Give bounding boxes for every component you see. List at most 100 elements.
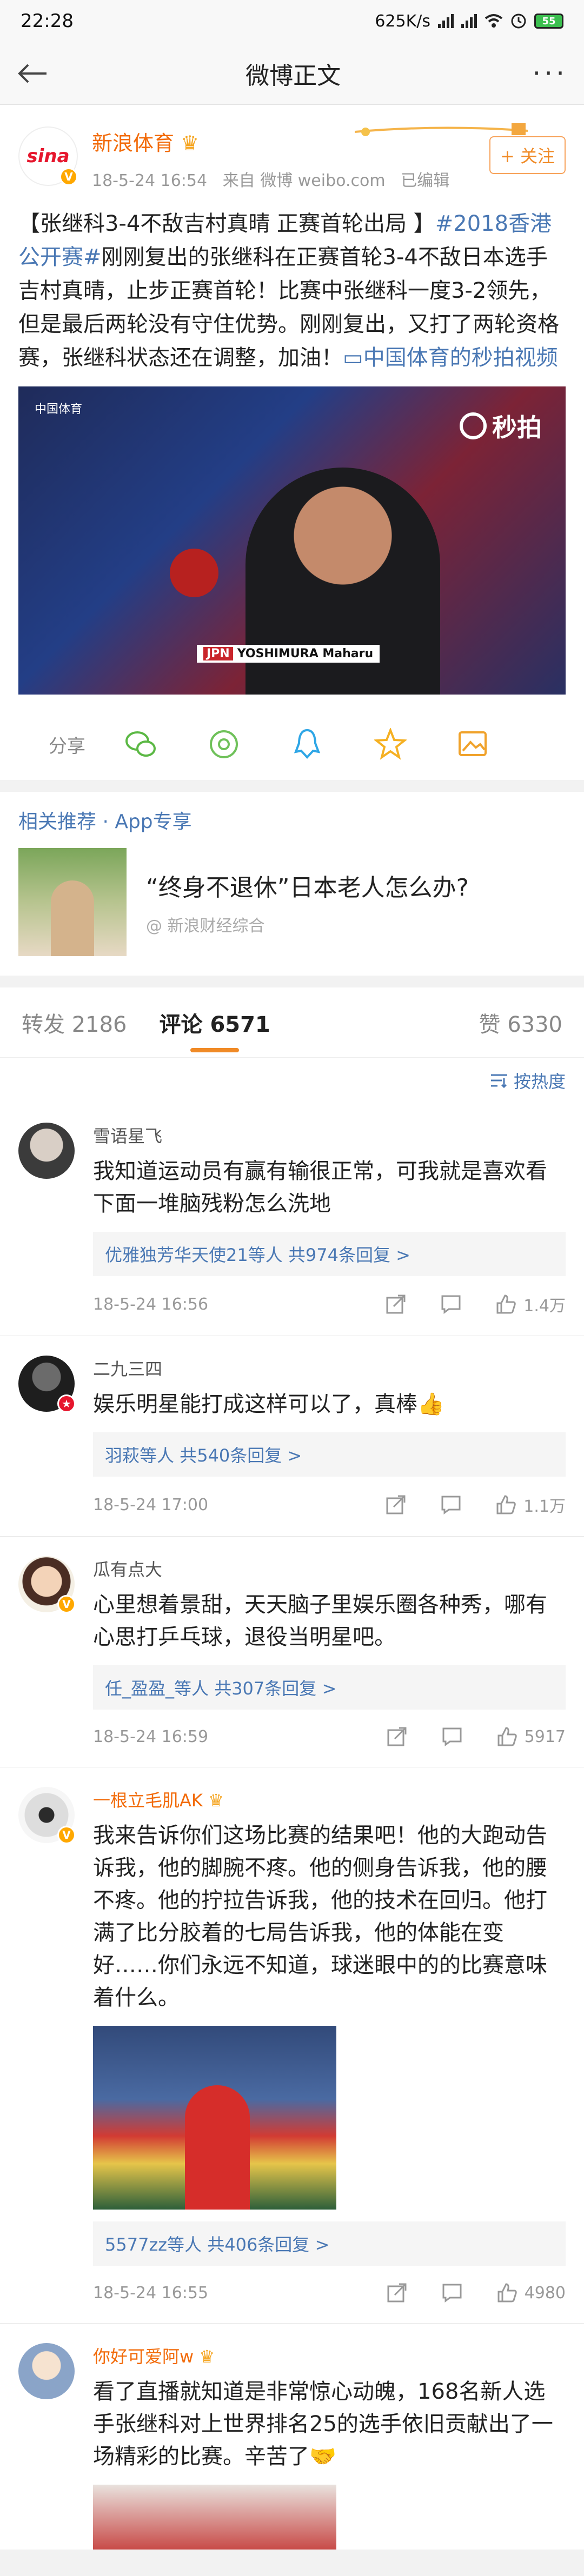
comment-text: 我来告诉你们这场比赛的结果吧！他的大跑动告诉我，他的脚腕不疼。他的侧身告诉我，他… (93, 1823, 547, 2010)
verified-badge-icon: V (57, 1595, 76, 1613)
tab-repost[interactable]: 转发 2186 (22, 1007, 127, 1038)
post-text: 【张继科3-4不敌吉村真晴 正赛首轮出局 】#2018香港公开赛#刚刚复出的张继… (18, 207, 566, 375)
comment-item: V 一根立毛肌AK ♛ 我来告诉你们这场比赛的结果吧！他的大跑动告诉我，他的脚腕… (0, 1767, 584, 2324)
recommendation-card: 相关推荐 · App专享 “终身不退休”日本老人怎么办? @ 新浪财经综合 (0, 792, 584, 976)
player-nameplate: JPN YOSHIMURA Maharu (197, 645, 380, 663)
commenter-name[interactable]: 瓜有点大 (93, 1556, 566, 1581)
share-label: 分享 (49, 735, 85, 757)
commenter-name[interactable]: 一根立毛肌AK ♛ (93, 1787, 566, 1812)
video-link-text: 中国体育的秒拍视频 (363, 345, 558, 370)
player-name: YOSHIMURA Maharu (237, 647, 374, 660)
favorite-star-icon[interactable] (373, 727, 408, 762)
tab-likes[interactable]: 赞 6330 (479, 1007, 562, 1038)
comment-footer: 18-5-24 16:59 5917 (93, 1726, 566, 1747)
comment-icon[interactable] (440, 1294, 462, 1314)
comment-text: 娱乐明星能打成这样可以了，真棒👍 (93, 1392, 444, 1417)
share-icon[interactable] (385, 1494, 407, 1516)
comment-replies[interactable]: 任_盈盈_等人 共307条回复 > (93, 1665, 566, 1710)
share-row: 分享 (18, 727, 566, 762)
share-icon[interactable] (386, 2282, 408, 2304)
video-link[interactable]: ▭中国体育的秒拍视频 (343, 345, 558, 370)
miaopai-watermark: 秒拍 (460, 408, 542, 444)
comment-actions: 5917 (386, 1726, 566, 1747)
verified-badge-icon: V (57, 1826, 76, 1844)
like-count: 4980 (524, 2283, 566, 2303)
comment-replies[interactable]: 优雅独芳华天使21等人 共974条回复 > (93, 1232, 566, 1276)
comment-icon[interactable] (441, 1726, 463, 1747)
recommendation-source: @ 新浪财经综合 (146, 917, 265, 936)
like-button[interactable]: 5917 (496, 1726, 566, 1747)
commenter-avatar[interactable] (18, 1123, 75, 1179)
comment-image[interactable] (93, 2485, 336, 2550)
thumbs-up-icon (496, 1495, 516, 1514)
sort-by-hot-button[interactable]: 按热度 (514, 1068, 566, 1093)
recommendation-item[interactable]: “终身不退休”日本老人怎么办? @ 新浪财经综合 (0, 848, 584, 976)
reply-count: 共307条回复 > (214, 1678, 337, 1699)
watermark-text: 秒拍 (492, 413, 542, 442)
comment-icon[interactable] (440, 1494, 462, 1515)
comment-icon[interactable] (441, 2283, 463, 2303)
reply-users: 优雅独芳华天使21等人 (105, 1245, 283, 1265)
share-icons (123, 727, 491, 762)
comment-time: 18-5-24 16:56 (93, 1294, 209, 1314)
commenter-avatar[interactable] (18, 2343, 75, 2399)
comment-body: 雪语星飞 我知道运动员有赢有输很正常，可我就是喜欢看下面一堆脑残粉怎么洗地 优雅… (93, 1123, 566, 1316)
tab-comments[interactable]: 评论 6571 (160, 1007, 270, 1038)
like-button[interactable]: 4980 (496, 2282, 566, 2304)
post-time: 18-5-24 16:54 (92, 171, 208, 190)
commenter-avatar[interactable]: ★ (18, 1356, 76, 1413)
sort-bar: 按热度 (0, 1058, 584, 1103)
comment-actions: 1.4万 (385, 1292, 566, 1316)
video-player[interactable]: 中国体育 秒拍 JPN YOSHIMURA Maharu (18, 386, 566, 695)
author-name-text: 新浪体育 (92, 131, 175, 155)
commenter-avatar[interactable]: V (18, 1787, 76, 1844)
moments-icon[interactable] (207, 727, 241, 762)
comment-image[interactable] (93, 2026, 336, 2210)
comment-time: 18-5-24 17:00 (93, 1495, 209, 1514)
commenter-name[interactable]: 你好可爱阿w ♛ (93, 2343, 566, 2368)
comment-actions: 4980 (386, 2282, 566, 2304)
comment-item: 你好可爱阿w ♛ 看了直播就知道是非常惊心动魄，168名新人选手张继科对上世界排… (0, 2324, 584, 2550)
comment-item: 雪语星飞 我知道运动员有赢有输很正常，可我就是喜欢看下面一堆脑残粉怎么洗地 优雅… (0, 1103, 584, 1336)
thumbs-up-icon (496, 1294, 516, 1314)
recommendation-header: 相关推荐 · App专享 (18, 811, 192, 833)
reply-users: 5577zz等人 (105, 2234, 202, 2255)
status-time: 22:28 (21, 10, 74, 32)
post-edited: 已编辑 (401, 171, 450, 190)
qq-icon[interactable] (290, 727, 324, 762)
share-icon[interactable] (385, 1293, 407, 1315)
back-arrow-icon[interactable] (16, 55, 54, 92)
thumbs-up-icon (497, 2283, 517, 2303)
vip-crown-icon: ♛ (181, 131, 200, 155)
commenter-name[interactable]: 二九三四 (93, 1356, 566, 1380)
video-link-icon: ▭ (343, 345, 363, 370)
comment-body: 瓜有点大 心里想着景甜，天天脑子里娱乐圈各种秀，哪有心思打乒乓球，退役当明星吧。… (93, 1556, 566, 1747)
member-badge-icon: ★ (57, 1394, 76, 1413)
comment-replies[interactable]: 5577zz等人 共406条回复 > (93, 2221, 566, 2266)
comment-text: 我知道运动员有赢有输很正常，可我就是喜欢看下面一堆脑残粉怎么洗地 (93, 1159, 547, 1216)
author-avatar[interactable]: sina V (18, 126, 78, 186)
commenter-name[interactable]: 雪语星飞 (93, 1123, 566, 1147)
sina-logo-icon: sina (26, 145, 70, 167)
follow-button[interactable]: + 关注 (489, 136, 566, 174)
comment-item: V 瓜有点大 心里想着景甜，天天脑子里娱乐圈各种秀，哪有心思打乒乓球，退役当明星… (0, 1537, 584, 1767)
like-button[interactable]: 1.4万 (495, 1292, 566, 1316)
wechat-icon[interactable] (123, 727, 158, 762)
alarm-icon (511, 14, 526, 29)
commenter-name-text: 一根立毛肌AK (93, 1790, 203, 1811)
like-button[interactable]: 1.1万 (495, 1493, 566, 1517)
commenter-avatar[interactable]: V (18, 1556, 76, 1613)
signal-icon (438, 14, 454, 28)
comment-body: 你好可爱阿w ♛ 看了直播就知道是非常惊心动魄，168名新人选手张继科对上世界排… (93, 2343, 566, 2550)
comment-replies[interactable]: 羽萩等人 共540条回复 > (93, 1432, 566, 1477)
recommendation-title: “终身不退休”日本老人怎么办? (146, 874, 469, 902)
battery-icon: 55 (534, 14, 563, 29)
more-options-icon[interactable]: ··· (532, 60, 568, 87)
channel-logo: 中国体育 (35, 403, 83, 416)
comment-footer: 18-5-24 16:56 1.4万 (93, 1292, 566, 1316)
share-icon[interactable] (386, 1726, 408, 1747)
comment-text: 心里想着景甜，天天脑子里娱乐圈各种秀，哪有心思打乒乓球，退役当明星吧。 (93, 1592, 547, 1650)
comment-body: 二九三四 娱乐明星能打成这样可以了，真棒👍 羽萩等人 共540条回复 > 18-… (93, 1356, 566, 1517)
signal-icon-2 (461, 14, 477, 28)
save-image-icon[interactable] (456, 727, 491, 762)
